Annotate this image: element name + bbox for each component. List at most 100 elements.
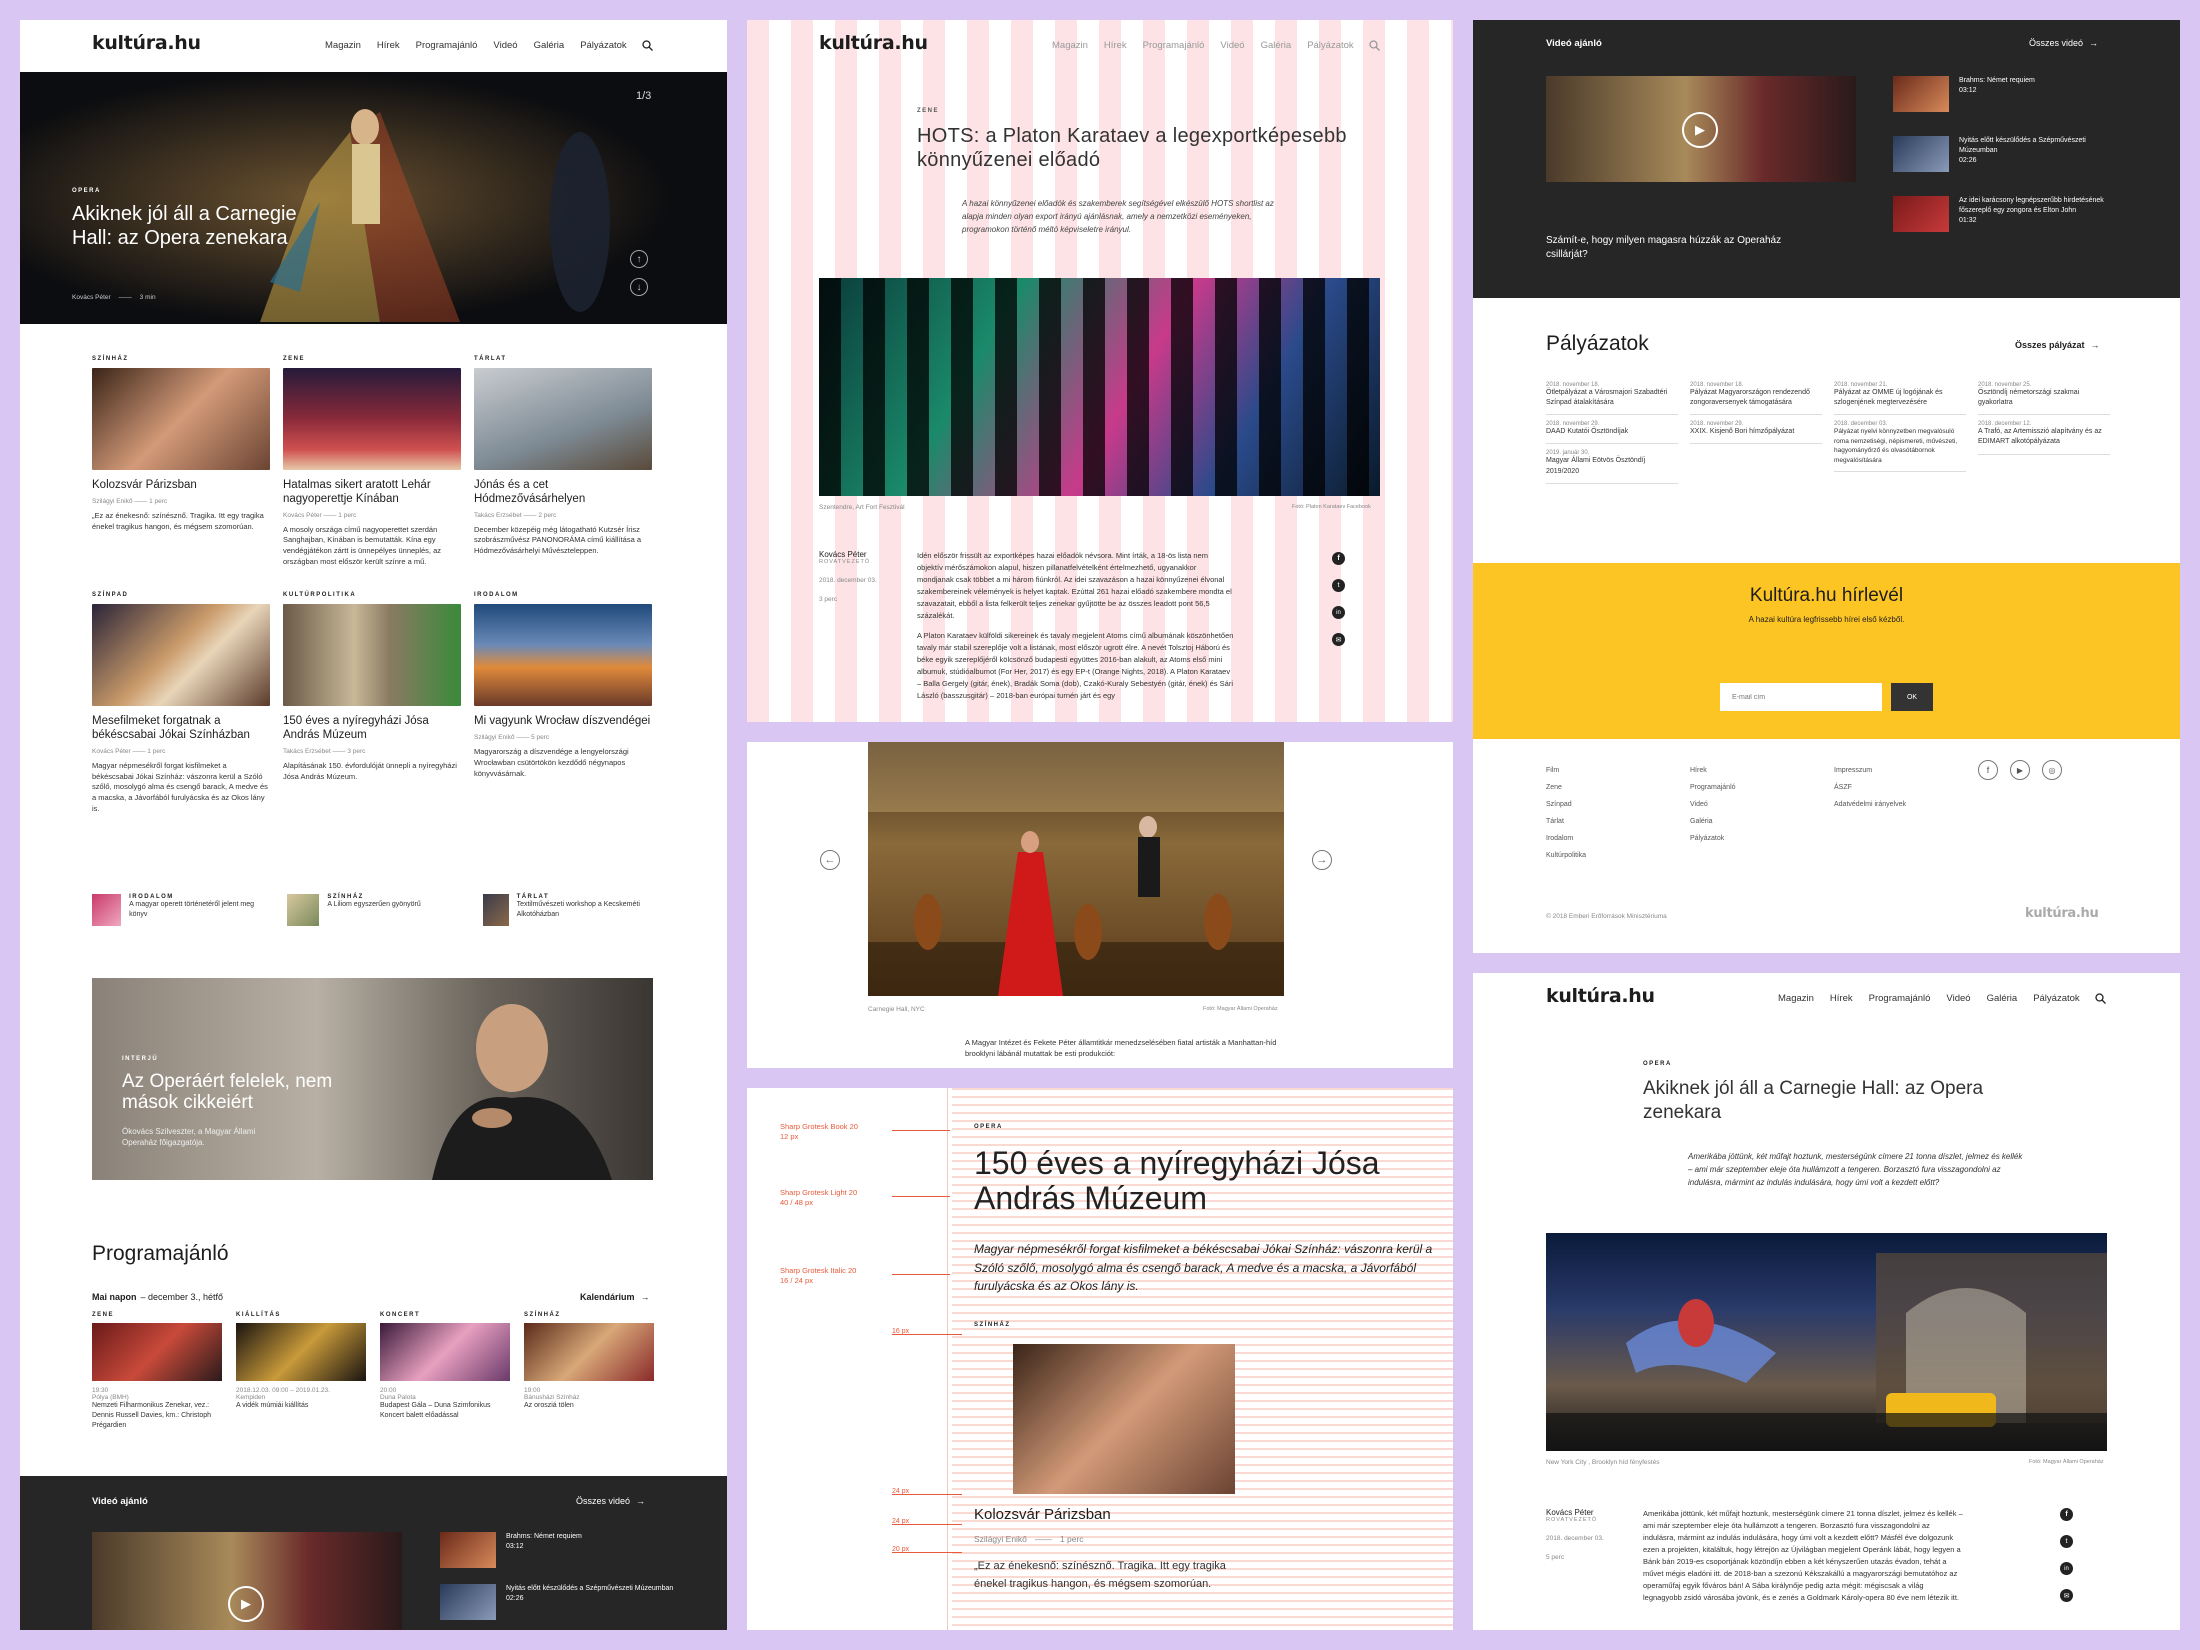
nav-video[interactable]: Videó [1946, 993, 1970, 1004]
hero-title[interactable]: Akiknek jól áll a Carnegie Hall: az Oper… [72, 202, 322, 251]
article-card[interactable]: SZÍNPAD Mesefilmeket forgatnak a békéscs… [92, 592, 270, 815]
nav-palyazatok[interactable]: Pályázatok [1307, 40, 1353, 51]
footer-link[interactable]: Adatvédelmi irányelvek [1834, 796, 1906, 813]
nav-programajanlo[interactable]: Programajánló [1143, 40, 1205, 51]
nav-magazin[interactable]: Magazin [325, 40, 361, 51]
article-card[interactable]: SZÍNHÁZ Kolozsvár Párizsban Szilágyi Eni… [92, 356, 270, 568]
footer-link[interactable]: Pályázatok [1690, 830, 1736, 847]
palyazat-item[interactable]: 2018. november 29. DAAD Kutatói Ösztöndíj… [1546, 421, 1678, 445]
program-item[interactable]: KIÁLLÍTÁS 2018.12.03. 09:00 – 2019.01.23… [236, 1312, 366, 1431]
play-icon[interactable]: ▶ [1682, 112, 1718, 148]
palyazat-item[interactable]: 2018. november 25. Ösztöndíj németországi… [1978, 382, 2110, 416]
nav-hirek[interactable]: Hírek [1830, 993, 1853, 1004]
slide-down-button[interactable]: ↓ [630, 278, 648, 296]
nav-galeria[interactable]: Galéria [1987, 993, 2018, 1004]
email-input[interactable] [1720, 683, 1882, 711]
site-logo[interactable]: kultúra.hu [92, 32, 201, 54]
nav-palyazatok[interactable]: Pályázatok [2033, 993, 2079, 1004]
all-palyazat-link[interactable]: Összes pályázat → [2015, 340, 2100, 350]
facebook-icon[interactable]: f [2060, 1508, 2073, 1521]
author-name[interactable]: Kovács Péter [1546, 1508, 1636, 1517]
card-read: 5 perc [531, 733, 550, 741]
palyazat-item[interactable]: 2018. november 18. Pályázat Magyarországo… [1690, 382, 1822, 416]
program-item[interactable]: SZÍNHÁZ 19:00 Bánusházi Színház Az orosz… [524, 1312, 654, 1431]
program-item[interactable]: ZENE 19:30 Pólya (BMH) Nemzeti Filharmon… [92, 1312, 222, 1431]
article-card[interactable]: ZENE Hatalmas sikert aratott Lehár nagyo… [283, 356, 461, 568]
search-icon[interactable] [1369, 38, 1380, 51]
site-logo[interactable]: kultúra.hu [1546, 985, 1655, 1007]
linkedin-icon[interactable]: in [2060, 1562, 2073, 1575]
video-player[interactable]: ▶ [92, 1532, 402, 1630]
all-videos-link[interactable]: Összes videó → [576, 1496, 645, 1506]
all-videos-link[interactable]: Összes videó → [2029, 38, 2098, 48]
footer-link[interactable]: Kultúrpolitika [1546, 847, 1586, 864]
nav-programajanlo[interactable]: Programajánló [416, 40, 478, 51]
mini-article[interactable]: IRODALOM A magyar operett történetéről je… [92, 894, 261, 926]
video-item[interactable]: Nyitás előtt készülődés a Szépművészeti … [1893, 136, 2123, 172]
footer-link[interactable]: Tárlat [1546, 813, 1586, 830]
nav-galeria[interactable]: Galéria [1261, 40, 1292, 51]
twitter-icon[interactable]: t [1332, 579, 1345, 592]
facebook-icon[interactable]: f [1332, 552, 1345, 565]
gallery-prev-button[interactable]: ← [820, 850, 840, 870]
mini-article[interactable]: TÁRLAT Textilművészeti workshop a Kecskem… [482, 894, 652, 926]
footer-link[interactable]: Zene [1546, 779, 1586, 796]
palyazat-item[interactable]: 2018. december 12. A Trafó, az Artemisszi… [1978, 421, 2110, 455]
spec-leader [892, 1196, 950, 1197]
mini-article[interactable]: SZÍNHÁZ A Liliom egyszerűen gyönyörű [287, 894, 456, 926]
video-item[interactable]: Az idei karácsony legnépszerűbb hirdetés… [1893, 196, 2123, 232]
footer-link[interactable]: Irodalom [1546, 830, 1586, 847]
program-item[interactable]: KONCERT 20:00 Duna Palota Budapest Gála … [380, 1312, 510, 1431]
slide-up-button[interactable]: ↑ [630, 250, 648, 268]
video-item[interactable]: Nyitás előtt készülődés a Szépművészeti … [440, 1584, 680, 1620]
video-main-title[interactable]: Számít-e, hogy milyen magasra húzzák az … [1546, 234, 1806, 261]
nav-programajanlo[interactable]: Programajánló [1869, 993, 1931, 1004]
calendar-link[interactable]: Kalendárium → [580, 1292, 650, 1302]
footer-link[interactable]: Impresszum [1834, 762, 1906, 779]
nav-video[interactable]: Videó [1220, 40, 1244, 51]
youtube-icon[interactable]: ▶ [2010, 760, 2030, 780]
nav-magazin[interactable]: Magazin [1778, 993, 1814, 1004]
gallery-next-button[interactable]: → [1312, 850, 1332, 870]
spec-lead: Magyar népmesékről forgat kisfilmeket a … [974, 1242, 1433, 1294]
video-item[interactable]: Brahms: Német requiem 03:12 [440, 1532, 680, 1568]
footer-link[interactable]: Galéria [1690, 813, 1736, 830]
footer-link[interactable]: Programajánló [1690, 779, 1736, 796]
palyazat-item[interactable]: 2018. november 21. Pályázat az OMME új lo… [1834, 382, 1966, 416]
search-icon[interactable] [642, 38, 653, 51]
footer-link[interactable]: Film [1546, 762, 1586, 779]
nav-hirek[interactable]: Hírek [377, 40, 400, 51]
nav-hirek[interactable]: Hírek [1104, 40, 1127, 51]
footer-link[interactable]: Hírek [1690, 762, 1736, 779]
footer-link[interactable]: Videó [1690, 796, 1736, 813]
palyazat-item[interactable]: 2019. január 30. Magyar Állami Eötvös Ösz… [1546, 450, 1678, 484]
nav-galeria[interactable]: Galéria [534, 40, 565, 51]
email-icon[interactable]: ✉ [2060, 1589, 2073, 1602]
article-card[interactable]: IRODALOM Mi vagyunk Wrocław díszvendégei… [474, 592, 652, 815]
facebook-icon[interactable]: f [1978, 760, 1998, 780]
article-card[interactable]: KULTÚRPOLITIKA 150 éves a nyíregyházi Jó… [283, 592, 461, 815]
video-player[interactable]: ▶ [1546, 76, 1856, 182]
subscribe-button[interactable]: OK [1891, 683, 1933, 711]
interview-banner[interactable]: INTERJÚ Az Operáért felelek, nem mások c… [92, 978, 653, 1180]
footer-link[interactable]: Színpad [1546, 796, 1586, 813]
play-icon[interactable]: ▶ [228, 1586, 264, 1622]
nav-magazin[interactable]: Magazin [1052, 40, 1088, 51]
footer-logo[interactable]: kultúra.hu [2025, 906, 2099, 921]
search-icon[interactable] [2095, 991, 2106, 1004]
author-name[interactable]: Kovács Péter [819, 550, 909, 559]
palyazat-item[interactable]: 2018. december 03. Pályázat nyelvi könnyz… [1834, 421, 1966, 472]
article-card[interactable]: TÁRLAT Jónás és a cet Hódmezővásárhelyen… [474, 356, 652, 568]
hero-slider[interactable]: 1/3 OPERA Akiknek jól áll a Carnegie Hal… [20, 72, 727, 324]
email-icon[interactable]: ✉ [1332, 633, 1345, 646]
twitter-icon[interactable]: t [2060, 1535, 2073, 1548]
palyazat-item[interactable]: 2018. november 18. Ötletpályázat a Városm… [1546, 382, 1678, 416]
video-item[interactable]: Brahms: Német requiem 03:12 [1893, 76, 2123, 112]
palyazat-item[interactable]: 2018. november 29. XXIX. Kisjenő Bori hím… [1690, 421, 1822, 445]
site-logo[interactable]: kultúra.hu [819, 32, 928, 54]
footer-link[interactable]: ÁSZF [1834, 779, 1906, 796]
instagram-icon[interactable]: ◎ [2042, 760, 2062, 780]
nav-video[interactable]: Videó [493, 40, 517, 51]
linkedin-icon[interactable]: in [1332, 606, 1345, 619]
nav-palyazatok[interactable]: Pályázatok [580, 40, 626, 51]
